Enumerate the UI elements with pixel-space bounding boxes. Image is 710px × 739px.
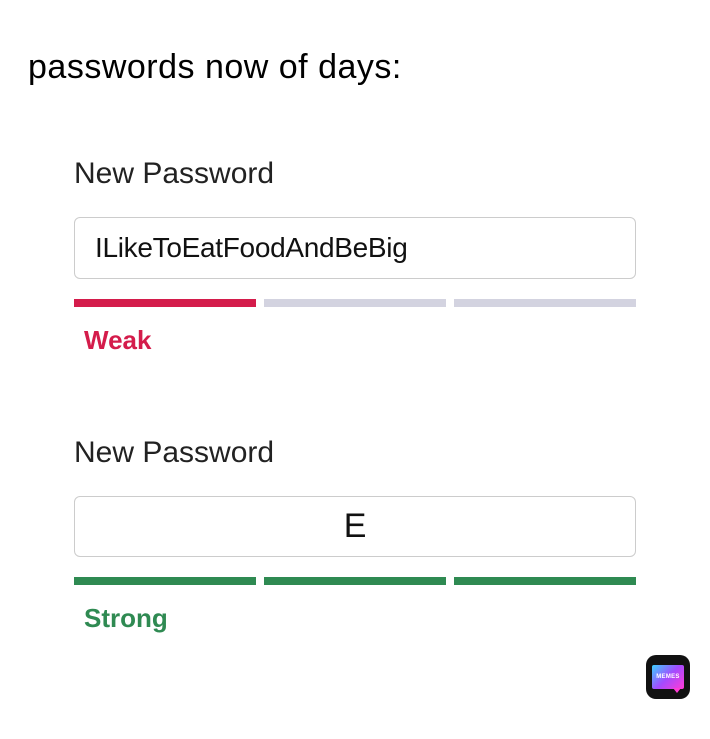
strength-segment-1 — [74, 577, 256, 585]
new-password-label: New Password — [74, 157, 636, 191]
meme-caption: passwords now of days: — [0, 0, 710, 87]
strength-meter — [74, 299, 636, 307]
strength-segment-3 — [454, 299, 636, 307]
password-input[interactable]: ILikeToEatFoodAndBeBig — [74, 217, 636, 279]
password-panel-strong: New Password E Strong — [0, 436, 710, 634]
watermark-text: MEMES — [656, 674, 680, 680]
strength-segment-2 — [264, 577, 446, 585]
strength-meter — [74, 577, 636, 585]
new-password-label: New Password — [74, 436, 636, 470]
strength-segment-2 — [264, 299, 446, 307]
strength-segment-1 — [74, 299, 256, 307]
memes-watermark-icon: MEMES — [646, 655, 690, 699]
strength-segment-3 — [454, 577, 636, 585]
strength-text-strong: Strong — [74, 603, 636, 634]
password-input[interactable]: E — [74, 496, 636, 557]
password-panel-weak: New Password ILikeToEatFoodAndBeBig Weak — [0, 157, 710, 356]
strength-text-weak: Weak — [74, 325, 636, 356]
